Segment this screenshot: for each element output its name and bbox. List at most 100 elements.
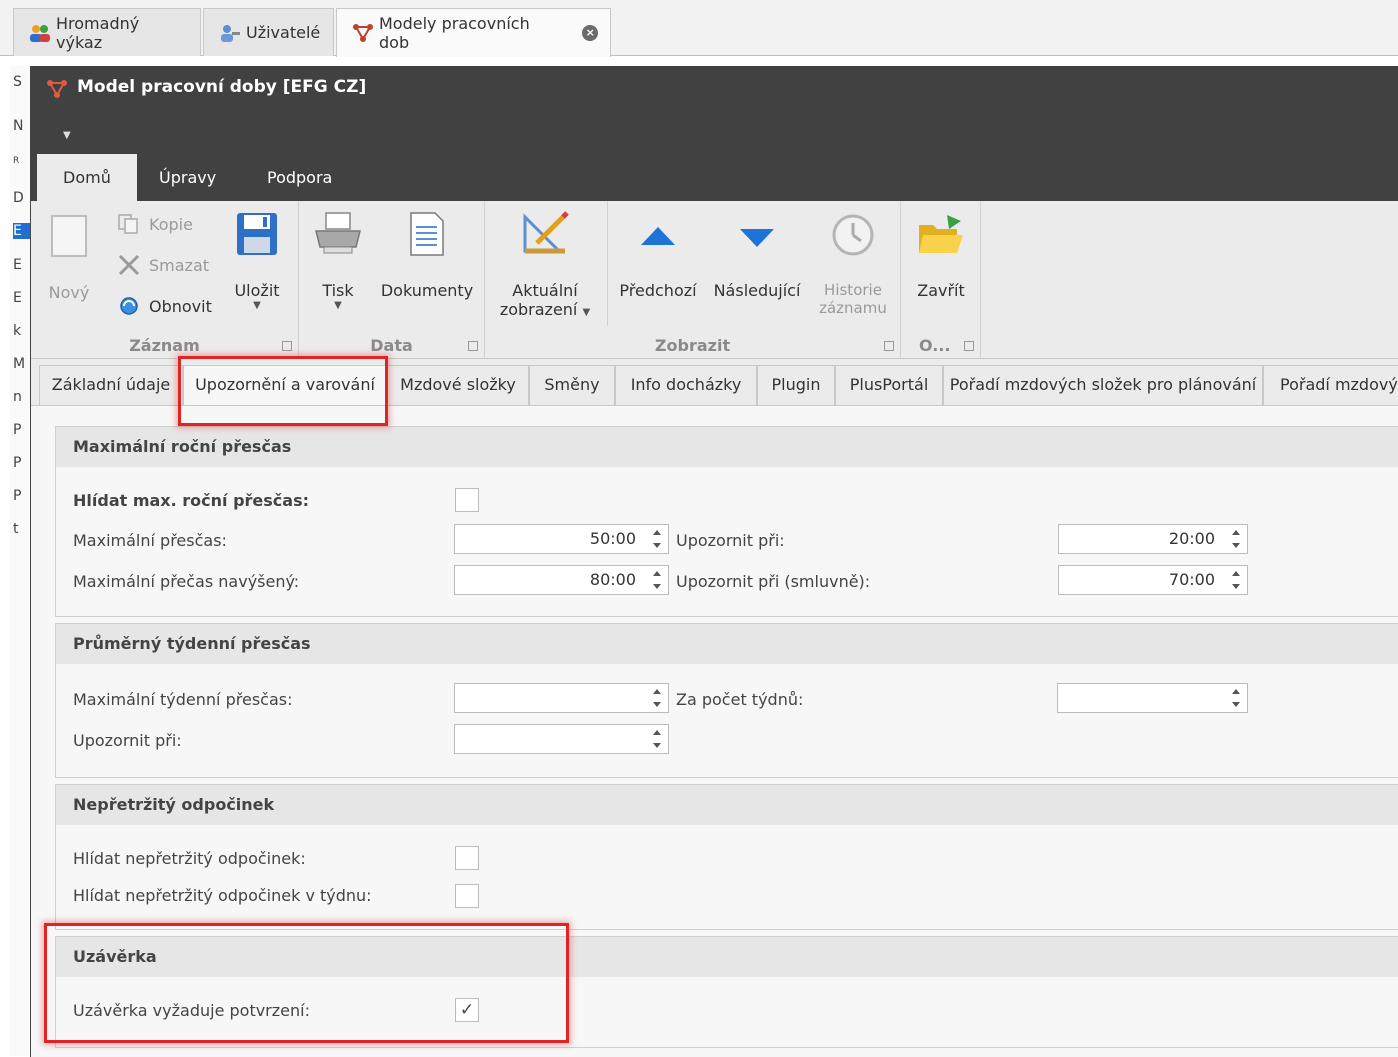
tab-mzdove-slozky[interactable]: Mzdové složky <box>387 365 529 405</box>
max-tydenni-label: Maximální týdenní přesčas: <box>73 690 293 709</box>
ribbon-group-label: Záznam <box>129 336 200 355</box>
doc-tab-modely-pracovnich-dob[interactable]: Modely pracovních dob × <box>336 8 611 57</box>
historie-zaznamu-button[interactable]: Historie záznamu <box>811 211 895 317</box>
spin-arrows-icon[interactable] <box>652 728 662 750</box>
ribbon-group-label: Zobrazit <box>654 336 731 355</box>
group-rocni-prescas: Maximální roční přesčas Hlídat max. ročn… <box>55 426 1398 617</box>
dialog-launcher-icon[interactable] <box>468 341 478 351</box>
kopie-button[interactable]: Kopie <box>117 213 193 235</box>
hlidat-odpocinek-label: Hlídat nepřetržitý odpočinek: <box>73 849 306 868</box>
max-prescas-stepper[interactable]: 50:00 <box>454 524 669 554</box>
ribbon-group-other: Zavřít O... <box>901 201 981 359</box>
ulozit-button[interactable]: Uložit ▼ <box>229 211 285 311</box>
doc-tab-label: Uživatelé <box>246 23 321 42</box>
tab-zakladni-udaje[interactable]: Základní údaje <box>39 365 183 405</box>
tab-poradi-mzdovych-truncated[interactable]: Pořadí mzdový <box>1263 365 1398 405</box>
spin-arrows-icon[interactable] <box>652 569 662 591</box>
tab-poradi-mzdovych-slozek[interactable]: Pořadí mzdových složek pro plánování <box>943 365 1263 405</box>
doc-tab-uzivatele[interactable]: Uživatelé <box>203 8 334 56</box>
save-floppy-icon <box>237 213 277 255</box>
spin-arrows-icon[interactable] <box>652 528 662 550</box>
design-tools-icon <box>523 211 569 254</box>
dokumenty-button[interactable]: Dokumenty <box>379 211 475 300</box>
ribbon: Nový Kopie Smazat Obnovit Uložit ▼ Zázna… <box>31 201 1398 359</box>
tab-info-dochazky[interactable]: Info docházky <box>615 365 757 405</box>
predchozi-button[interactable]: Předchozí <box>613 215 703 300</box>
background-record-list: S N R D E E E k M n P P P t <box>10 66 32 1056</box>
spin-arrows-icon[interactable] <box>1231 569 1241 591</box>
historie-label-2: záznamu <box>819 299 887 317</box>
za-pocet-tydnu-label: Za počet týdnů: <box>676 690 804 709</box>
group-title: Průměrný týdenní přesčas <box>56 624 1398 664</box>
doc-tab-hromadny-vykaz[interactable]: Hromadný výkaz <box>13 8 201 56</box>
spin-arrows-icon[interactable] <box>652 687 662 709</box>
upozornit-stepper[interactable]: 20:00 <box>1058 524 1248 554</box>
tisk-label: Tisk <box>322 281 354 300</box>
upozornit-smluvne-value: 70:00 <box>1168 570 1215 589</box>
dialog-launcher-icon[interactable] <box>884 341 894 351</box>
tisk-button[interactable]: Tisk ▼ <box>309 211 367 311</box>
document-tab-bar: Hromadný výkaz Uživatelé Modely pracovní… <box>0 0 1398 57</box>
smazat-button[interactable]: Smazat <box>117 254 209 276</box>
nasledujici-button[interactable]: Následující <box>711 215 803 300</box>
obnovit-button[interactable]: Obnovit <box>117 295 212 317</box>
copy-icon <box>117 213 141 235</box>
max-navyseny-stepper[interactable]: 80:00 <box>454 565 669 595</box>
users-group-icon <box>28 22 52 44</box>
predchozi-label: Předchozí <box>619 281 697 300</box>
hlidat-rocni-checkbox[interactable] <box>455 488 479 512</box>
max-prescas-value: 50:00 <box>589 529 636 548</box>
ulozit-label: Uložit <box>234 281 280 300</box>
menu-tab-podpora[interactable]: Podpora <box>241 154 358 201</box>
smazat-label: Smazat <box>149 255 210 275</box>
doc-tab-label: Hromadný výkaz <box>56 13 140 52</box>
upozornit-smluvne-label: Upozornit při (smluvně): <box>676 572 871 591</box>
menu-tab-upravy[interactable]: Úpravy <box>133 154 242 201</box>
max-navyseny-label: Maximální přečas navýšený: <box>73 572 300 591</box>
up-arrow-icon <box>641 227 675 245</box>
tab-smeny[interactable]: Směny <box>529 365 615 405</box>
za-pocet-tydnu-stepper[interactable] <box>1057 683 1248 713</box>
group-neprerusity-odpocinek: Nepřetržitý odpočinek Hlídat nepřetržitý… <box>55 784 1398 930</box>
hlidat-odpocinek-tyden-label: Hlídat nepřetržitý odpočinek v týdnu: <box>73 886 372 905</box>
max-tydenni-stepper[interactable] <box>454 683 669 713</box>
ribbon-group-data: Tisk ▼ Dokumenty Data <box>299 201 485 359</box>
network-model-icon <box>351 22 375 44</box>
hlidat-odpocinek-checkbox[interactable] <box>455 846 479 870</box>
aktualni-label-2: zobrazení <box>499 300 578 319</box>
upozornit-smluvne-stepper[interactable]: 70:00 <box>1058 565 1248 595</box>
close-tab-icon[interactable]: × <box>582 25 598 41</box>
doc-tab-label: Modely pracovních dob <box>379 14 530 52</box>
dialog-launcher-icon[interactable] <box>964 341 974 351</box>
dropdown-arrow-icon: ▼ <box>253 300 261 311</box>
highlight-tab-upozorneni <box>178 356 388 426</box>
group-title: Maximální roční přesčas <box>56 427 1398 467</box>
group-title: Nepřetržitý odpočinek <box>56 785 1398 825</box>
aktualni-label-1: Aktuální <box>512 281 578 300</box>
window-title: Model pracovní doby [EFG CZ] <box>77 77 367 97</box>
menu-tab-domu[interactable]: Domů <box>37 154 137 201</box>
ribbon-group-zaznam: Nový Kopie Smazat Obnovit Uložit ▼ Zázna… <box>31 201 299 359</box>
tab-plugin[interactable]: Plugin <box>757 365 835 405</box>
down-arrow-icon <box>740 229 774 247</box>
quick-access-dropdown-icon[interactable]: ▼ <box>63 130 71 141</box>
dokumenty-label: Dokumenty <box>380 281 474 300</box>
kopie-label: Kopie <box>149 214 193 234</box>
dialog-launcher-icon[interactable] <box>282 341 292 351</box>
hlidat-odpocinek-tyden-checkbox[interactable] <box>455 884 479 908</box>
novy-button[interactable]: Nový <box>41 213 97 302</box>
folder-exit-icon <box>919 215 963 253</box>
new-document-icon <box>51 215 87 257</box>
novy-label: Nový <box>48 283 90 302</box>
tab-plusportal[interactable]: PlusPortál <box>835 365 943 405</box>
ribbon-group-label: Data <box>370 336 413 355</box>
dropdown-arrow-icon: ▼ <box>334 300 342 311</box>
zavrit-button[interactable]: Zavřít <box>909 211 973 300</box>
spin-arrows-icon[interactable] <box>1231 528 1241 550</box>
spin-arrows-icon[interactable] <box>1231 687 1241 709</box>
aktualni-zobrazeni-button[interactable]: Aktuální zobrazení ▼ <box>493 211 597 319</box>
zavrit-label: Zavřít <box>917 281 965 300</box>
upozornit-tydenni-stepper[interactable] <box>454 724 669 754</box>
historie-label-1: Historie <box>824 281 882 299</box>
history-clock-icon <box>832 214 874 256</box>
